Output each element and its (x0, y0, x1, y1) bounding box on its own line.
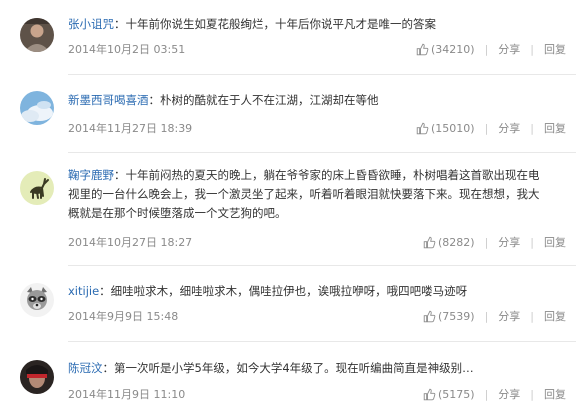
comment-text: 张小诅咒：十年前你说生如夏花般绚烂，十年后你说平凡才是唯一的答案 (68, 17, 437, 31)
comment-actions: (34210) | 分享 | 回复 (416, 41, 566, 57)
like-button[interactable]: (7539) (423, 310, 475, 323)
divider: | (484, 121, 489, 135)
username-link[interactable]: 陈冠汶 (68, 361, 103, 375)
username-link[interactable]: 鞠字鹿野 (68, 168, 114, 182)
comment-content: 十年前你说生如夏花般绚烂，十年后你说平凡才是唯一的答案 (125, 17, 437, 31)
comment-time: 2014年11月9日 11:10 (68, 388, 186, 401)
share-button[interactable]: 分享 (498, 308, 520, 324)
avatar[interactable] (20, 171, 54, 205)
comment-divider (68, 341, 576, 342)
reply-button[interactable]: 回复 (544, 120, 566, 136)
comment-actions: (7539) | 分享 | 回复 (423, 308, 566, 324)
comment-meta: 2014年11月27日 18:39 (15010) | 分享 | 回复 (68, 120, 576, 136)
divider: | (484, 309, 489, 323)
reply-button[interactable]: 回复 (544, 234, 566, 250)
avatar[interactable] (20, 360, 54, 394)
share-button[interactable]: 分享 (498, 234, 520, 250)
divider: | (484, 387, 489, 401)
comment-content-line-2: 视里的一台什么晚会上，我一个激灵坐了起来，听着听着眼泪就快要落下来。现在想想，我… (68, 187, 540, 201)
avatar-icon-person (20, 18, 54, 52)
like-button[interactable]: (5175) (423, 388, 475, 401)
like-button[interactable]: (34210) (416, 43, 475, 56)
comment-content-line-3: 概就是在那个时候堕落成一个文艺狗的吧。 (68, 206, 287, 220)
divider: | (530, 387, 534, 401)
thumbs-up-icon (423, 310, 436, 322)
reply-button[interactable]: 回复 (544, 41, 566, 57)
avatar[interactable] (20, 18, 54, 52)
avatar-icon-deer (20, 171, 54, 205)
comment-content-line-1: 十年前闷热的夏天的晚上，躺在爷爷家的床上昏昏欲睡，朴树唱着这首歌出现在电 (125, 168, 540, 182)
like-button[interactable]: (15010) (416, 122, 475, 135)
comment-time: 2014年9月9日 15:48 (68, 310, 179, 323)
comment-actions: (5175) | 分享 | 回复 (423, 386, 566, 402)
divider: | (484, 235, 489, 249)
comment-meta: 2014年10月2日 03:51 (34210) | 分享 | 回复 (68, 41, 576, 57)
thumbs-up-icon (423, 236, 436, 248)
comment-meta: 2014年9月9日 15:48 (7539) | 分享 | 回复 (68, 308, 576, 324)
comment-list: 张小诅咒：十年前你说生如夏花般绚烂，十年后你说平凡才是唯一的答案 2014年10… (0, 0, 586, 419)
username-link[interactable]: xitijie (68, 284, 99, 298)
username-link[interactable]: 张小诅咒 (68, 17, 114, 31)
comment-text: 新墨西哥喝喜酒：朴树的酷就在于人不在江湖，江湖却在等他 (68, 93, 379, 107)
avatar[interactable] (20, 91, 54, 125)
avatar-icon-sky (20, 91, 54, 125)
share-button[interactable]: 分享 (498, 386, 520, 402)
divider: | (530, 42, 534, 56)
share-button[interactable]: 分享 (498, 41, 520, 57)
reply-button[interactable]: 回复 (544, 308, 566, 324)
reply-button[interactable]: 回复 (544, 386, 566, 402)
comment-meta: 2014年10月27日 18:27 (8282) | 分享 | 回复 (68, 234, 576, 250)
comment-divider (68, 152, 576, 153)
comment-time: 2014年10月27日 18:27 (68, 236, 193, 249)
comment-time: 2014年11月27日 18:39 (68, 122, 193, 135)
comment-content: 细哇啦求木，细哇啦求木，偶哇拉伊也，诶哦拉咿呀，哦四吧喽马迹呀 (110, 284, 468, 298)
divider: | (530, 121, 534, 135)
comment-text: xitijie：细哇啦求木，细哇啦求木，偶哇拉伊也，诶哦拉咿呀，哦四吧喽马迹呀 (68, 284, 468, 298)
comment-actions: (15010) | 分享 | 回复 (416, 120, 566, 136)
avatar-icon-person-red (20, 360, 54, 394)
comment-meta: 2014年11月9日 11:10 (5175) | 分享 | 回复 (68, 386, 576, 402)
thumbs-up-icon (416, 43, 429, 55)
avatar-icon-raccoon (20, 283, 54, 317)
divider: | (530, 235, 534, 249)
like-button[interactable]: (8282) (423, 236, 475, 249)
comment-text: 陈冠汶：第一次听是小学5年级，如今大学4年级了。现在听编曲简直是神级别… (68, 361, 474, 375)
comment-time: 2014年10月2日 03:51 (68, 43, 186, 56)
thumbs-up-icon (416, 122, 429, 134)
like-count: (5175) (437, 387, 475, 401)
like-count: (34210) (430, 42, 475, 56)
divider: | (530, 309, 534, 323)
like-count: (8282) (437, 235, 475, 249)
comment-actions: (8282) | 分享 | 回复 (423, 234, 566, 250)
comment-divider (68, 74, 576, 75)
comment-divider (68, 265, 576, 266)
divider: | (484, 42, 489, 56)
share-button[interactable]: 分享 (498, 120, 520, 136)
like-count: (15010) (430, 121, 475, 135)
comment-text: 鞠字鹿野：十年前闷热的夏天的晚上，躺在爷爷家的床上昏昏欲睡，朴树唱着这首歌出现在… (68, 168, 540, 220)
comment-content: 朴树的酷就在于人不在江湖，江湖却在等他 (160, 93, 379, 107)
comment-content: 第一次听是小学5年级，如今大学4年级了。现在听编曲简直是神级别… (114, 361, 474, 375)
username-link[interactable]: 新墨西哥喝喜酒 (68, 93, 149, 107)
like-count: (7539) (437, 309, 475, 323)
thumbs-up-icon (423, 388, 436, 400)
avatar[interactable] (20, 283, 54, 317)
